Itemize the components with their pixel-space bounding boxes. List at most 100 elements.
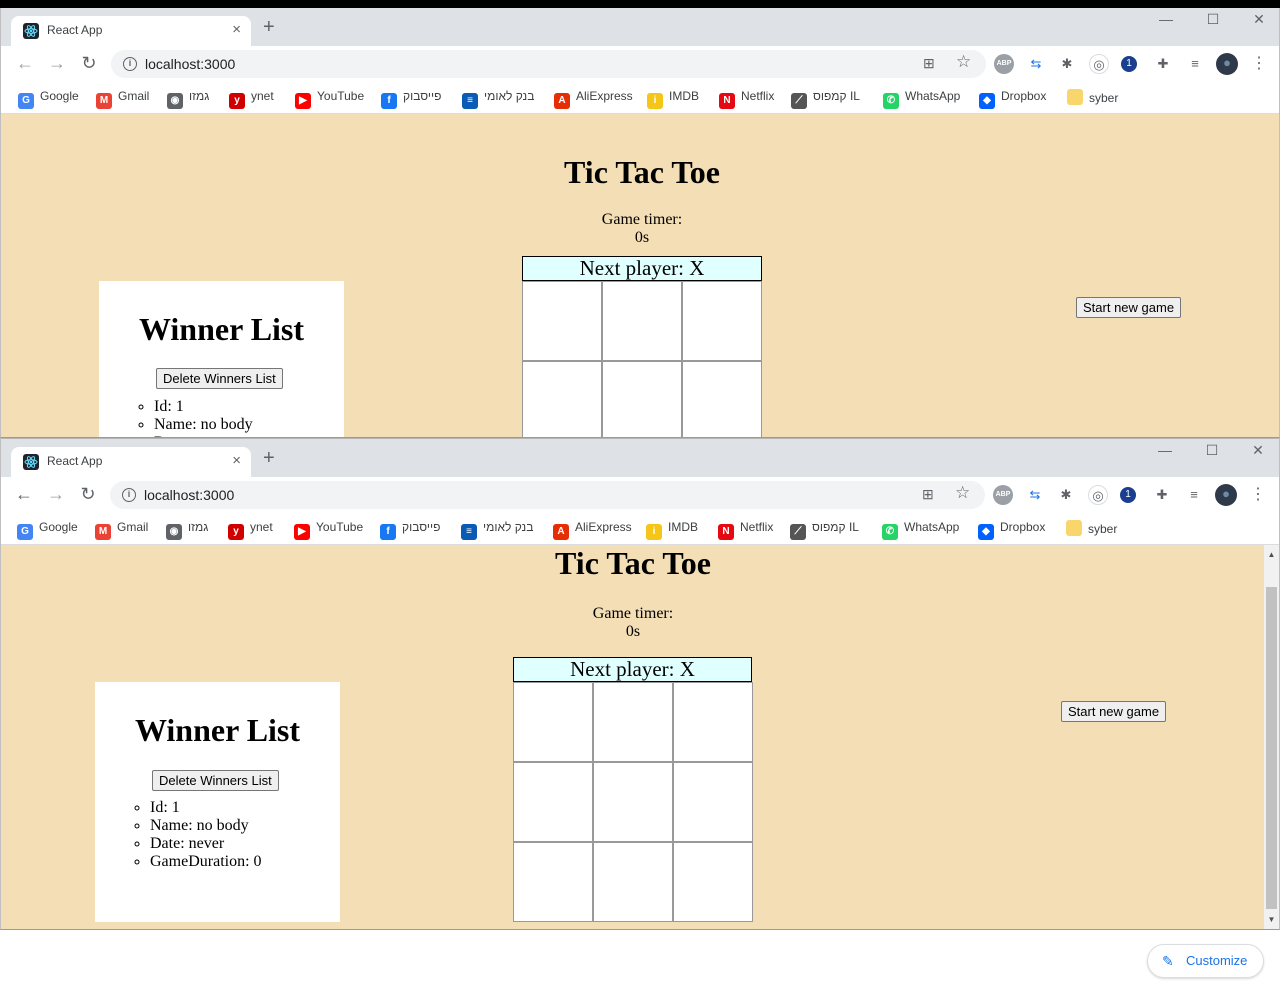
extension-circle-icon[interactable]: ◎ bbox=[1088, 485, 1108, 505]
extension-circle-icon[interactable]: ◎ bbox=[1089, 54, 1109, 74]
bookmark-whatsapp[interactable]: ✆ WhatsApp bbox=[883, 89, 960, 109]
bookmark-youtube[interactable]: ▶ YouTube bbox=[294, 520, 363, 540]
bookmark-netflix[interactable]: N Netflix bbox=[718, 520, 773, 540]
bookmark-imdb[interactable]: i IMDB bbox=[647, 89, 699, 109]
board-cell-2[interactable] bbox=[593, 682, 673, 762]
address-bar[interactable]: i localhost:3000 ⊞ ☆ bbox=[111, 50, 986, 78]
new-tab-button[interactable]: + bbox=[263, 447, 275, 470]
adblock-icon[interactable]: ABP bbox=[994, 54, 1014, 74]
puzzle-icon[interactable]: ✚ bbox=[1152, 485, 1172, 505]
puzzle-icon[interactable]: ✚ bbox=[1153, 54, 1173, 74]
customize-button[interactable]: ✎ Customize bbox=[1147, 944, 1264, 978]
bookmark-facebook[interactable]: f פייסבוק bbox=[381, 89, 441, 109]
board-cell-6[interactable] bbox=[682, 361, 762, 437]
maximize-button[interactable]: ☐ bbox=[1193, 8, 1233, 32]
bookmark-folder[interactable]: syber bbox=[1067, 89, 1118, 107]
start-new-game-button[interactable]: Start new game bbox=[1061, 701, 1167, 722]
back-button[interactable]: ← bbox=[12, 483, 36, 507]
media-control-icon[interactable]: ≡ bbox=[1184, 485, 1204, 505]
bookmark-globe[interactable]: ◉ גמזו bbox=[166, 520, 208, 540]
media-control-icon[interactable]: ≡ bbox=[1185, 54, 1205, 74]
board-cell-1[interactable] bbox=[513, 682, 593, 762]
translate-extension-icon[interactable]: ⇆ bbox=[1026, 54, 1046, 74]
maximize-button[interactable]: ☐ bbox=[1192, 439, 1232, 463]
adblock-icon[interactable]: ABP bbox=[993, 485, 1013, 505]
board-cell-1[interactable] bbox=[522, 281, 602, 361]
page-scrollbar[interactable]: ▲ ▼ bbox=[1264, 545, 1279, 929]
delete-winners-button[interactable]: Delete Winners List bbox=[152, 770, 279, 791]
board-cell-5[interactable] bbox=[593, 762, 673, 842]
bookmark-whatsapp[interactable]: ✆ WhatsApp bbox=[882, 520, 959, 540]
minimize-button[interactable]: — bbox=[1146, 8, 1186, 32]
bookmark-dropbox[interactable]: ◆ Dropbox bbox=[978, 520, 1045, 540]
chrome-menu-icon[interactable]: ⋮ bbox=[1248, 485, 1268, 505]
timer-label: Game timer: bbox=[592, 605, 674, 622]
scroll-down-arrow-icon[interactable]: ▼ bbox=[1264, 912, 1279, 927]
board-cell-3[interactable] bbox=[682, 281, 762, 361]
board-cell-3[interactable] bbox=[673, 682, 753, 762]
chrome-menu-icon[interactable]: ⋮ bbox=[1249, 54, 1269, 74]
close-tab-icon[interactable]: × bbox=[232, 452, 241, 469]
board-cell-5[interactable] bbox=[602, 361, 682, 437]
profile-avatar[interactable]: ● bbox=[1216, 53, 1238, 75]
scrollbar-thumb[interactable] bbox=[1266, 587, 1277, 909]
translate-extension-icon[interactable]: ⇆ bbox=[1025, 485, 1045, 505]
close-window-button[interactable]: ✕ bbox=[1238, 439, 1278, 463]
reload-button[interactable]: ↻ bbox=[76, 483, 100, 507]
tab-react-app[interactable]: React App × bbox=[11, 16, 251, 46]
start-new-game-button[interactable]: Start new game bbox=[1076, 297, 1182, 318]
bug-extension-icon[interactable]: ✱ bbox=[1056, 485, 1076, 505]
bookmark-gmail[interactable]: M Gmail bbox=[96, 89, 149, 109]
bookmark-dropbox[interactable]: ◆ Dropbox bbox=[979, 89, 1046, 109]
password-manager-icon[interactable]: 1 bbox=[1121, 56, 1137, 72]
scroll-up-arrow-icon[interactable]: ▲ bbox=[1264, 547, 1279, 562]
reload-button[interactable]: ↻ bbox=[77, 52, 101, 76]
back-button[interactable]: ← bbox=[13, 52, 37, 76]
board-cell-2[interactable] bbox=[602, 281, 682, 361]
bug-extension-icon[interactable]: ✱ bbox=[1057, 54, 1077, 74]
bookmark-gmail[interactable]: M Gmail bbox=[95, 520, 148, 540]
info-icon[interactable]: i bbox=[123, 57, 137, 71]
react-icon bbox=[23, 454, 39, 470]
board-cell-6[interactable] bbox=[673, 762, 753, 842]
bookmark-ynet[interactable]: y ynet bbox=[228, 520, 273, 540]
board-cell-4[interactable] bbox=[513, 762, 593, 842]
board-cell-4[interactable] bbox=[522, 361, 602, 437]
new-tab-button[interactable]: + bbox=[263, 16, 275, 39]
bookmark-folder[interactable]: syber bbox=[1066, 520, 1117, 538]
bookmark-aliexpress[interactable]: A AliExpress bbox=[554, 89, 633, 109]
bookmark-globe[interactable]: ◉ גמזו bbox=[167, 89, 209, 109]
password-manager-icon[interactable]: 1 bbox=[1120, 487, 1136, 503]
info-icon[interactable]: i bbox=[122, 488, 136, 502]
bookmark-star-icon[interactable]: ☆ bbox=[956, 52, 971, 72]
bookmark-aliexpress[interactable]: A AliExpress bbox=[553, 520, 632, 540]
tab-strip: React App × + — ☐ ✕ bbox=[1, 8, 1279, 46]
bookmark-google[interactable]: G Google bbox=[17, 520, 78, 540]
facebook-icon: f bbox=[381, 93, 397, 109]
bookmark-youtube[interactable]: ▶ YouTube bbox=[295, 89, 364, 109]
tab-react-app[interactable]: React App × bbox=[11, 447, 251, 477]
bookmark-netflix[interactable]: N Netflix bbox=[719, 89, 774, 109]
translate-icon[interactable]: ⊞ bbox=[922, 486, 934, 503]
profile-avatar[interactable]: ● bbox=[1215, 484, 1237, 506]
close-window-button[interactable]: ✕ bbox=[1239, 8, 1279, 32]
minimize-button[interactable]: — bbox=[1145, 439, 1185, 463]
board-cell-7[interactable] bbox=[513, 842, 593, 922]
bookmark-google[interactable]: G Google bbox=[18, 89, 79, 109]
translate-icon[interactable]: ⊞ bbox=[923, 55, 935, 72]
bookmark-leumi[interactable]: ≡ בנק לאומי bbox=[461, 520, 533, 540]
bookmark-imdb[interactable]: i IMDB bbox=[646, 520, 698, 540]
bookmark-ynet[interactable]: y ynet bbox=[229, 89, 274, 109]
board-cell-8[interactable] bbox=[593, 842, 673, 922]
forward-button[interactable]: → bbox=[44, 483, 68, 507]
bookmark-campus[interactable]: ⟋ קמפוס IL bbox=[790, 520, 859, 540]
bookmark-facebook[interactable]: f פייסבוק bbox=[380, 520, 440, 540]
board-cell-9[interactable] bbox=[673, 842, 753, 922]
bookmark-star-icon[interactable]: ☆ bbox=[955, 483, 970, 503]
bookmark-leumi[interactable]: ≡ בנק לאומי bbox=[462, 89, 534, 109]
forward-button[interactable]: → bbox=[45, 52, 69, 76]
bookmark-campus[interactable]: ⟋ קמפוס IL bbox=[791, 89, 860, 109]
close-tab-icon[interactable]: × bbox=[232, 21, 241, 38]
delete-winners-button[interactable]: Delete Winners List bbox=[156, 368, 283, 389]
address-bar[interactable]: i localhost:3000 ⊞ ☆ bbox=[110, 481, 985, 509]
